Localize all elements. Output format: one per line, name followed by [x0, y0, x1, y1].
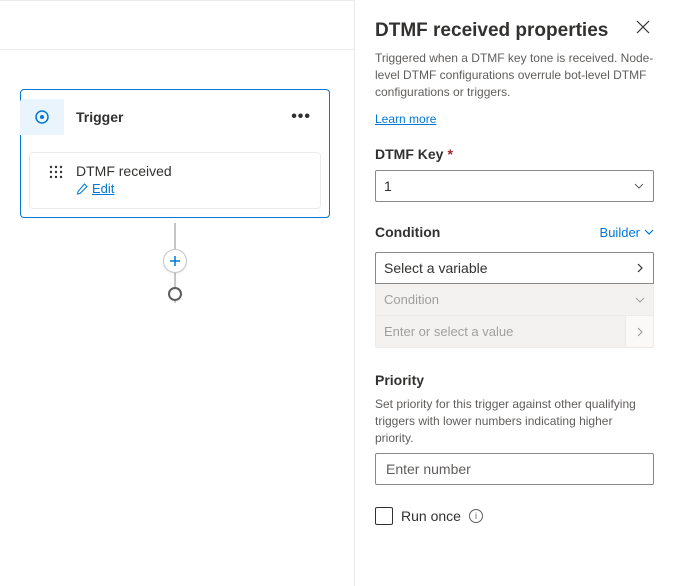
dtmf-key-label: DTMF Key*: [375, 146, 654, 162]
trigger-item-label: DTMF received: [76, 163, 308, 179]
properties-panel: DTMF received properties Triggered when …: [354, 0, 674, 586]
condition-operator-placeholder: Condition: [384, 292, 439, 307]
chevron-right-icon: [635, 263, 645, 273]
edit-label: Edit: [92, 181, 114, 196]
canvas-divider: [0, 49, 354, 50]
close-icon[interactable]: [632, 16, 654, 38]
run-once-checkbox[interactable]: [375, 507, 393, 525]
trigger-title: Trigger: [64, 109, 287, 125]
edit-link[interactable]: Edit: [76, 181, 114, 196]
dialpad-icon: [42, 163, 70, 179]
flow-canvas: Trigger ••• DTMF received Edit: [0, 0, 354, 586]
chevron-down-icon: [635, 295, 645, 305]
condition-value-placeholder: Enter or select a value: [376, 324, 625, 339]
priority-input[interactable]: [384, 460, 645, 478]
end-node-icon: [168, 287, 182, 301]
panel-title: DTMF received properties: [375, 20, 608, 42]
learn-more-link[interactable]: Learn more: [375, 112, 436, 126]
priority-help-text: Set priority for this trigger against ot…: [375, 396, 654, 446]
info-icon[interactable]: i: [469, 509, 483, 523]
builder-label: Builder: [600, 225, 640, 240]
trigger-node[interactable]: Trigger ••• DTMF received Edit: [20, 89, 330, 218]
value-picker-button: [625, 316, 653, 347]
trigger-icon: [20, 99, 64, 135]
variable-placeholder: Select a variable: [384, 260, 488, 276]
more-icon[interactable]: •••: [287, 108, 315, 126]
trigger-body: DTMF received Edit: [21, 144, 329, 217]
pencil-icon: [76, 183, 88, 195]
chevron-right-icon: [635, 327, 645, 337]
priority-label: Priority: [375, 372, 654, 388]
dtmf-key-value: 1: [384, 178, 392, 194]
variable-select[interactable]: Select a variable: [375, 252, 654, 284]
run-once-label: Run once: [401, 508, 461, 524]
condition-operator-select: Condition: [375, 284, 654, 316]
chevron-down-icon: [633, 180, 645, 192]
trigger-item[interactable]: DTMF received Edit: [29, 152, 321, 209]
trigger-header: Trigger •••: [21, 90, 329, 144]
priority-input-wrap: [375, 453, 654, 485]
chevron-down-icon: [644, 227, 654, 237]
condition-value-input: Enter or select a value: [375, 316, 654, 348]
panel-description: Triggered when a DTMF key tone is receiv…: [375, 50, 654, 100]
condition-label: Condition: [375, 224, 440, 240]
plus-icon: [169, 255, 181, 267]
builder-toggle[interactable]: Builder: [600, 225, 654, 240]
add-node-button[interactable]: [163, 249, 187, 273]
dtmf-key-select[interactable]: 1: [375, 170, 654, 202]
